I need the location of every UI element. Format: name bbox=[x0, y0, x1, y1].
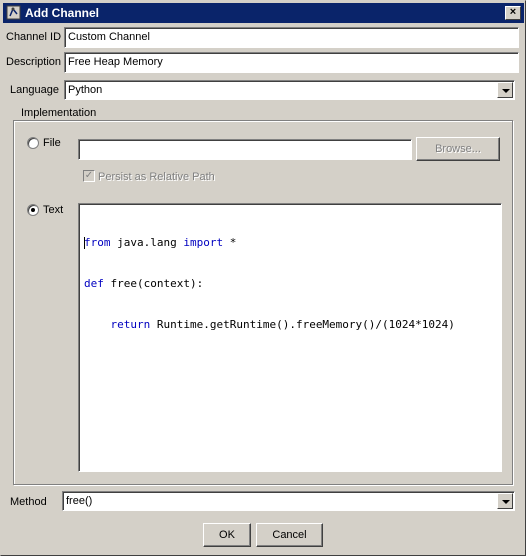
title-bar[interactable]: Add Channel × bbox=[3, 3, 524, 23]
file-radio-label: File bbox=[43, 137, 61, 149]
file-path-input[interactable] bbox=[78, 139, 412, 160]
ok-button[interactable]: OK bbox=[203, 523, 251, 547]
language-selected-value: Python bbox=[68, 84, 103, 96]
code-line: def free(context): bbox=[84, 277, 204, 290]
text-radio[interactable] bbox=[27, 204, 39, 216]
browse-button[interactable]: Browse... bbox=[416, 137, 500, 161]
channel-id-label: Channel ID bbox=[6, 31, 62, 43]
language-label: Language bbox=[10, 84, 59, 96]
app-icon bbox=[6, 5, 21, 20]
code-line: from java.lang import * bbox=[84, 236, 237, 249]
description-input[interactable]: Free Heap Memory bbox=[64, 52, 519, 73]
add-channel-dialog: Add Channel × Channel ID Custom Channel … bbox=[0, 0, 526, 556]
language-select[interactable]: Python bbox=[64, 80, 515, 100]
method-label: Method bbox=[10, 496, 47, 508]
chevron-down-icon[interactable] bbox=[497, 82, 513, 98]
persist-relative-path-checkbox[interactable]: ✓ bbox=[83, 170, 95, 182]
cancel-button[interactable]: Cancel bbox=[256, 523, 323, 547]
channel-id-input[interactable]: Custom Channel bbox=[64, 27, 519, 48]
close-icon: × bbox=[509, 6, 517, 18]
chevron-down-icon[interactable] bbox=[497, 493, 513, 509]
file-radio[interactable] bbox=[27, 137, 39, 149]
window-title: Add Channel bbox=[25, 6, 99, 20]
method-select[interactable]: free() bbox=[62, 491, 515, 511]
code-line: return Runtime.getRuntime().freeMemory()… bbox=[110, 318, 455, 331]
description-label: Description bbox=[6, 56, 62, 68]
close-button[interactable]: × bbox=[505, 6, 521, 20]
persist-relative-path-label: Persist as Relative Path bbox=[98, 171, 215, 183]
implementation-group-title: Implementation bbox=[19, 107, 99, 119]
code-editor[interactable]: from java.lang import * def free(context… bbox=[78, 203, 502, 472]
text-radio-label: Text bbox=[43, 204, 64, 216]
method-selected-value: free() bbox=[66, 495, 93, 507]
